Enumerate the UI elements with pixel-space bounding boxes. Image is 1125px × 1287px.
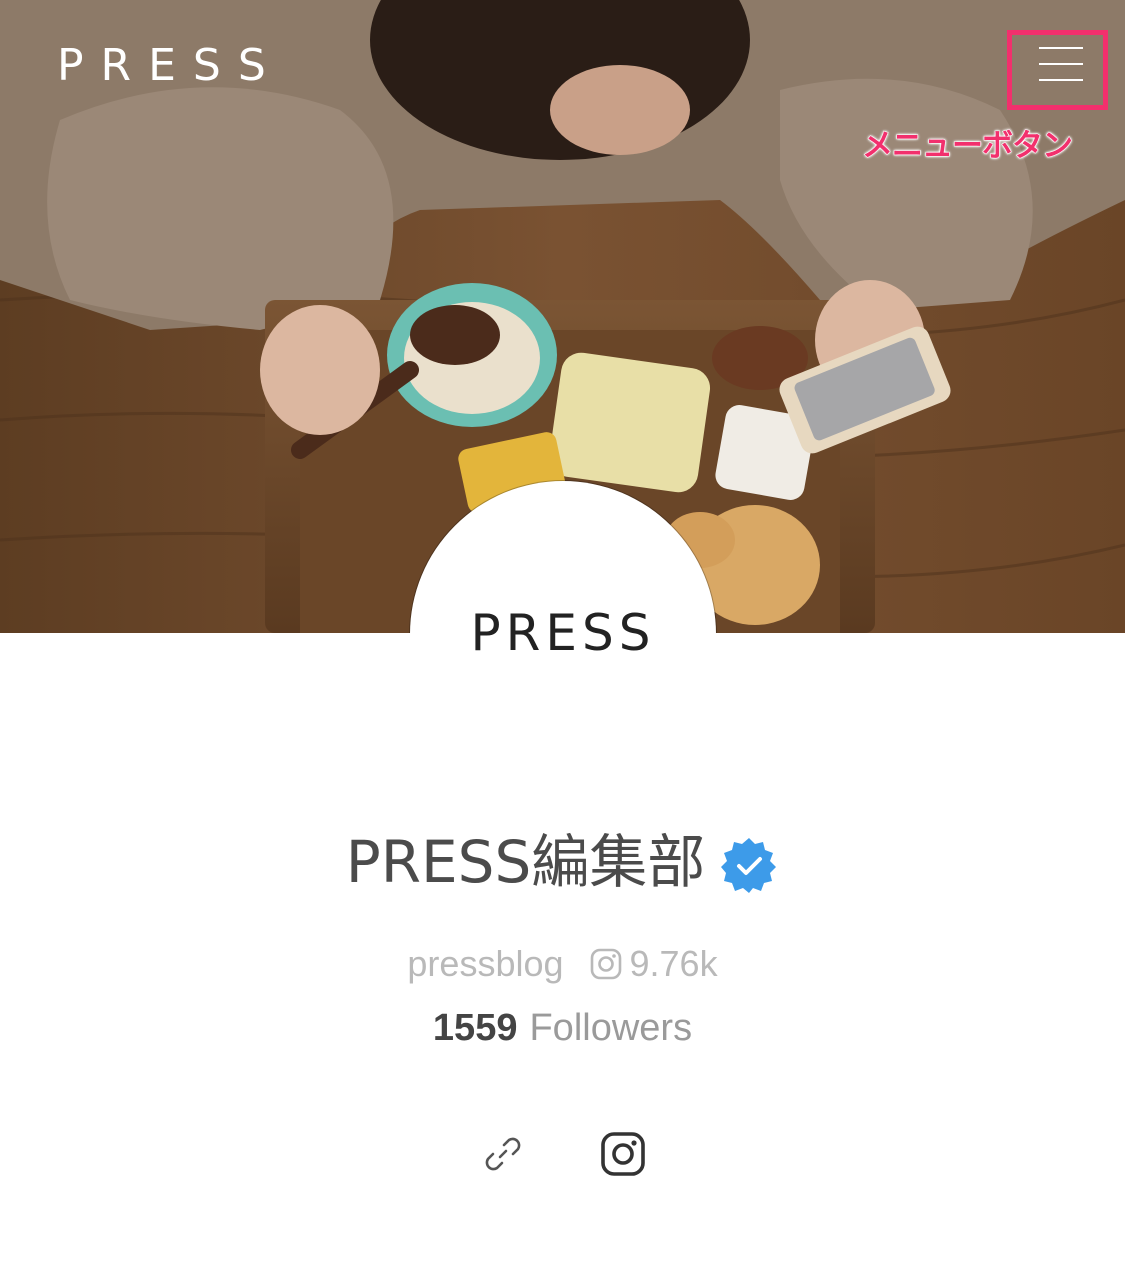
menu-button[interactable] xyxy=(1007,30,1108,110)
followers-label: Followers xyxy=(529,1006,693,1049)
instagram-follower-count: 9.76k xyxy=(629,943,718,984)
social-links xyxy=(480,1131,650,1181)
brand-logo[interactable]: PRESS xyxy=(57,40,283,92)
menu-button-annotation: メニューボタン xyxy=(862,128,1074,165)
profile-page: PRESS メニューボタン PRESS PRESS編集部 pressblog 9… xyxy=(0,0,1125,1287)
hamburger-menu-icon-bar xyxy=(1039,63,1083,65)
followers-row[interactable]: 1559 Followers xyxy=(0,1003,1125,1053)
profile-handle: pressblog xyxy=(407,943,564,984)
profile-name: PRESS編集部 xyxy=(345,828,706,896)
followers-count: 1559 xyxy=(432,1006,518,1049)
hamburger-menu-icon-bar xyxy=(1039,47,1083,49)
instagram-icon[interactable] xyxy=(600,1131,646,1177)
profile-meta-row: pressblog 9.76k xyxy=(0,940,1125,988)
verified-badge-icon xyxy=(721,838,777,893)
avatar-logo-text: PRESS xyxy=(470,604,656,662)
hamburger-menu-icon-bar xyxy=(1039,79,1083,81)
profile-name-row: PRESS編集部 xyxy=(0,822,1125,902)
link-icon[interactable] xyxy=(480,1131,526,1177)
instagram-icon xyxy=(590,948,621,980)
